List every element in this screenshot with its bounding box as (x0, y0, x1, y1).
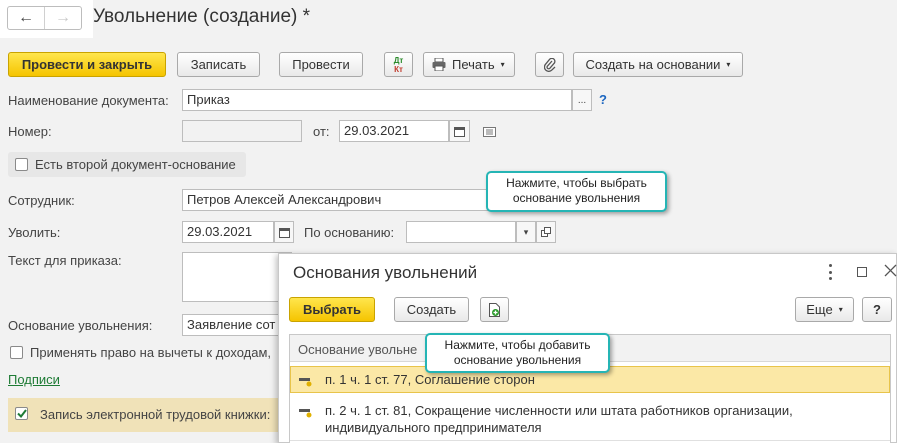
basis-open-button[interactable] (536, 221, 556, 243)
dt-kt-icon: Дт Кт (393, 55, 404, 74)
dialog-more-button[interactable]: Еще ▾ (795, 297, 854, 322)
calendar-button[interactable] (449, 120, 470, 142)
second-doc-label: Есть второй документ-основание (35, 157, 236, 172)
create-based-on-label: Создать на основании (585, 57, 721, 72)
table-divider (290, 440, 890, 441)
employee-field[interactable]: Петров Алексей Александрович (182, 189, 492, 211)
order-text-area[interactable] (182, 252, 292, 302)
create-based-on-button[interactable]: Создать на основании ▾ (573, 52, 743, 77)
signatures-link[interactable]: Подписи (8, 372, 60, 387)
open-form-icon (541, 227, 551, 237)
dialog-more-label: Еще (806, 302, 833, 317)
add-document-icon (489, 302, 500, 317)
date-from-field[interactable]: 29.03.2021 (339, 120, 449, 142)
column-header-reason[interactable]: Основание увольне (298, 342, 417, 357)
nav-button-group: ← → (7, 6, 82, 30)
deductions-checkbox[interactable] (10, 346, 23, 359)
back-button[interactable]: ← (8, 7, 45, 29)
arrow-right-icon: → (55, 9, 71, 26)
dialog-choose-button[interactable]: Выбрать (289, 297, 375, 322)
dialog-create-button[interactable]: Создать (394, 297, 469, 322)
print-button[interactable]: Печать ▾ (423, 52, 515, 77)
calendar-icon (454, 126, 465, 137)
date-from-label: от: (313, 124, 330, 139)
tooltip-add-reason: Нажмите, чтобы добавить основание увольн… (425, 333, 610, 373)
dismiss-date-field[interactable]: 29.03.2021 (182, 221, 274, 243)
basis-field[interactable] (406, 221, 516, 243)
dialog-title: Основания увольнений (293, 263, 478, 282)
basis-dropdown-button[interactable]: ▾ (516, 221, 536, 243)
chevron-down-icon: ▾ (523, 226, 529, 237)
reason-label: Основание увольнения: (8, 318, 153, 333)
document-history-icon[interactable] (483, 125, 496, 137)
forward-button[interactable]: → (45, 7, 81, 29)
dialog-help-button[interactable]: ? (862, 297, 892, 322)
calendar-icon (278, 227, 290, 238)
item-icon (299, 406, 313, 418)
item-icon (299, 375, 313, 387)
save-button[interactable]: Записать (177, 52, 260, 77)
help-link[interactable]: ? (599, 92, 607, 107)
chevron-down-icon: ▾ (500, 60, 505, 69)
chevron-down-icon: ▾ (726, 60, 731, 69)
attach-button[interactable] (535, 52, 564, 77)
chevron-down-icon: ▾ (838, 305, 843, 314)
etk-label: Запись электронной трудовой книжки: (40, 407, 271, 422)
doc-name-label: Наименование документа: (8, 93, 169, 108)
maximize-icon[interactable] (857, 267, 867, 277)
dt-kt-button[interactable]: Дт Кт (384, 52, 413, 77)
page-title: Увольнение (создание) * (93, 6, 311, 27)
tooltip-choose-reason: Нажмите, чтобы выбрать основание увольне… (486, 171, 667, 212)
more-vertical-icon[interactable] (826, 264, 834, 280)
post-button[interactable]: Провести (279, 52, 363, 77)
basis-label: По основанию: (304, 225, 395, 240)
doc-name-field[interactable]: Приказ (182, 89, 572, 111)
dismiss-calendar-button[interactable] (274, 221, 294, 243)
reason-field[interactable]: Заявление сот (182, 314, 292, 336)
dismiss-label: Уволить: (8, 225, 61, 240)
row-text: п. 2 ч. 1 ст. 81, Сокращение численности… (325, 403, 793, 435)
dialog-create-copy-button[interactable] (480, 297, 509, 322)
arrow-left-icon: ← (18, 9, 34, 26)
number-field[interactable] (182, 120, 302, 142)
print-label: Печать (452, 57, 495, 72)
doc-name-select-button[interactable]: ... (572, 89, 592, 111)
etk-checkbox[interactable] (15, 407, 28, 420)
close-icon[interactable] (884, 264, 897, 280)
printer-icon (432, 58, 446, 71)
order-text-label: Текст для приказа: (8, 253, 122, 268)
row-text: п. 1 ч. 1 ст. 77, Соглашение сторон (325, 372, 535, 387)
post-and-close-button[interactable]: Провести и закрыть (8, 52, 166, 77)
number-label: Номер: (8, 124, 52, 139)
employee-label: Сотрудник: (8, 193, 75, 208)
second-doc-checkbox[interactable] (15, 158, 28, 171)
checkmark-icon (16, 409, 27, 418)
deductions-label: Применять право на вычеты к доходам, (30, 345, 272, 360)
paperclip-icon (543, 57, 556, 72)
